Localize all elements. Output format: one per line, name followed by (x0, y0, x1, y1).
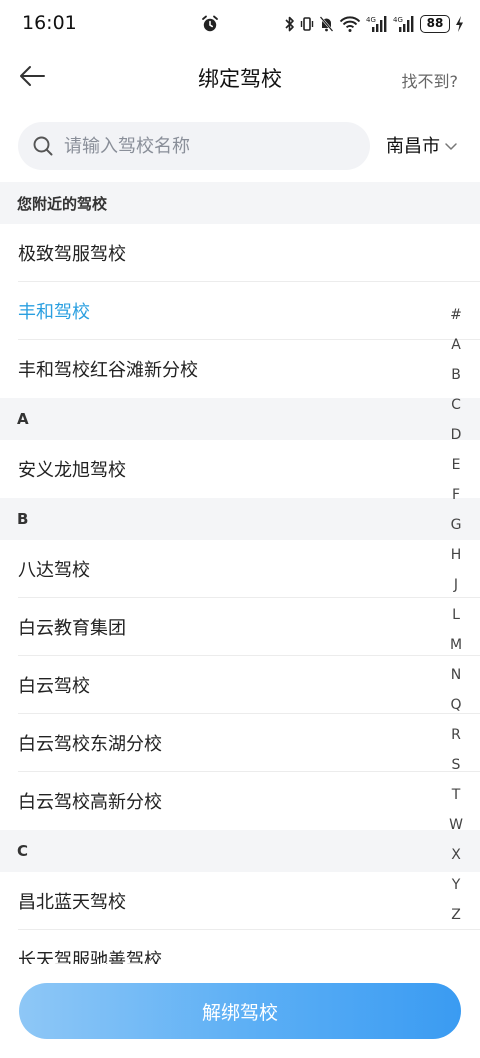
index-letter[interactable]: H (441, 540, 471, 570)
index-letter[interactable]: R (441, 720, 471, 750)
search-icon (32, 135, 54, 157)
index-letter[interactable]: S (441, 750, 471, 780)
cant-find-link[interactable]: 找不到? (402, 68, 459, 92)
index-letter[interactable]: G (441, 510, 471, 540)
index-letter[interactable]: J (441, 570, 471, 600)
list-item[interactable]: 丰和驾校红谷滩新分校 (18, 340, 480, 398)
index-letter[interactable]: Q (441, 690, 471, 720)
section-header-a: A (0, 398, 480, 440)
search-box[interactable] (18, 122, 370, 170)
index-letter[interactable]: M (441, 630, 471, 660)
list-item[interactable]: 白云驾校东湖分校 (18, 714, 480, 772)
city-label: 南昌市 (386, 136, 440, 157)
index-letter[interactable]: E (441, 450, 471, 480)
list-item[interactable]: 长天驾服驰善驾校 (18, 930, 480, 965)
index-letter[interactable]: C (441, 390, 471, 420)
status-icons: 4G 4G 88 (284, 13, 464, 35)
charging-bolt-icon (455, 15, 464, 33)
list-item-selected[interactable]: 丰和驾校 (18, 282, 480, 340)
wifi-icon (339, 15, 361, 33)
svg-text:4G: 4G (366, 16, 376, 24)
index-letter[interactable]: Y (441, 870, 471, 900)
bluetooth-icon (284, 15, 295, 33)
index-letter[interactable]: B (441, 360, 471, 390)
search-input[interactable] (64, 122, 360, 170)
battery-indicator: 88 (420, 15, 450, 33)
status-time: 16:01 (22, 12, 77, 34)
index-letter[interactable]: L (441, 600, 471, 630)
index-letter[interactable]: # (441, 300, 471, 330)
section-header-nearby: 您附近的驾校 (0, 182, 480, 224)
mute-bell-icon (319, 15, 334, 33)
index-letter[interactable]: A (441, 330, 471, 360)
school-list[interactable]: 您附近的驾校 极致驾服驾校 丰和驾校 丰和驾校红谷滩新分校 A 安义龙旭驾校 B… (0, 182, 480, 964)
status-bar: 16:01 4G 4G 88 (0, 0, 480, 50)
index-letter[interactable]: T (441, 780, 471, 810)
list-item[interactable]: 八达驾校 (18, 540, 480, 598)
list-item[interactable]: 白云驾校 (18, 656, 480, 714)
unbind-school-button[interactable]: 解绑驾校 (19, 983, 461, 1039)
bottom-action-area: 解绑驾校 (0, 964, 480, 1058)
chevron-down-icon (444, 136, 458, 155)
city-selector[interactable]: 南昌市 (386, 132, 458, 158)
index-letter[interactable]: Z (441, 900, 471, 930)
index-letter[interactable]: F (441, 480, 471, 510)
list-item[interactable]: 极致驾服驾校 (18, 224, 480, 282)
index-letter[interactable]: D (441, 420, 471, 450)
list-item[interactable]: 安义龙旭驾校 (18, 440, 480, 498)
svg-text:4G: 4G (393, 16, 403, 24)
section-header-b: B (0, 498, 480, 540)
search-row: 南昌市 (0, 120, 480, 172)
list-item[interactable]: 白云教育集团 (18, 598, 480, 656)
list-item[interactable]: 白云驾校高新分校 (18, 772, 480, 830)
signal-4g-icon: 4G (366, 15, 388, 33)
index-letter[interactable]: X (441, 840, 471, 870)
vibrate-icon (300, 15, 314, 33)
index-letter[interactable]: W (441, 810, 471, 840)
section-header-c: C (0, 830, 480, 872)
nav-bar: 绑定驾校 找不到? (0, 50, 480, 106)
alphabet-index-bar[interactable]: # A B C D E F G H J L M N Q R S T W X Y Z (441, 300, 471, 930)
signal-4g-icon-2: 4G (393, 15, 415, 33)
index-letter[interactable]: N (441, 660, 471, 690)
alarm-clock-icon (201, 15, 219, 33)
list-item[interactable]: 昌北蓝天驾校 (18, 872, 480, 930)
